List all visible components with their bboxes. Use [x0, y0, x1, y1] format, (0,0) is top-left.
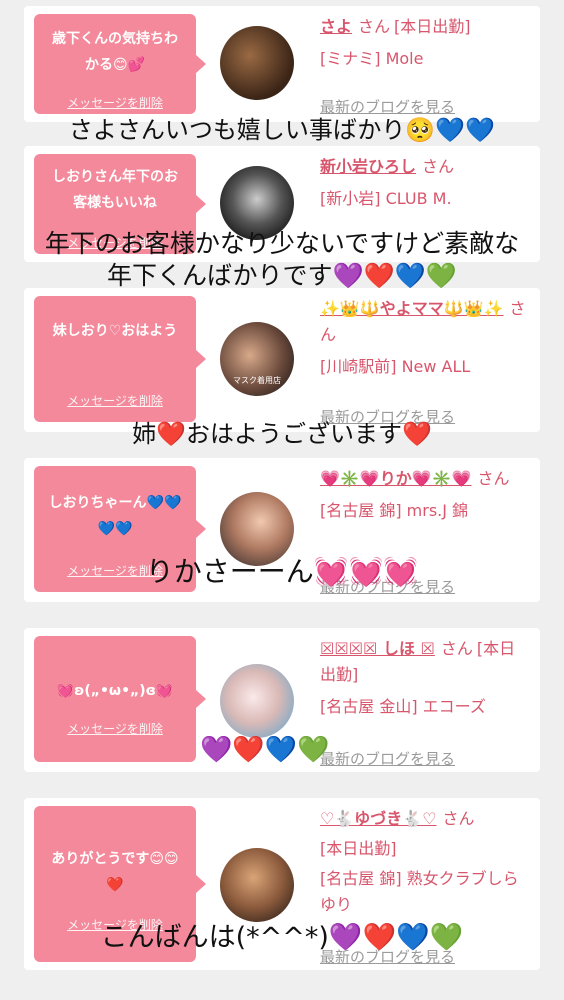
message-bubble: 💓ʚ(„•ω•„)ɞ💓 メッセージを削除 [34, 636, 206, 762]
caption-overlay: りかさーーん💓💓💓 [145, 555, 419, 588]
message-text: 妹しおり♡おはよう [52, 323, 178, 339]
avatar-badge: マスク着用店 [233, 376, 281, 385]
honorific: さん [442, 809, 475, 828]
message-card: 妹しおり♡おはよう メッセージを削除 マスク着用店 ✨👑🔱やよママ🔱👑✨ さん [… [24, 288, 540, 432]
sender-name-link[interactable]: ♡🐇ゆづき🐇♡ [320, 809, 437, 828]
shop-name: [名古屋 金山] エコーズ [320, 697, 486, 716]
status-text: [本日出勤] [320, 839, 397, 858]
sender-name-link[interactable]: 💗✳️💗りか💗✳️💗 [320, 469, 472, 488]
message-text: ありがとうです😊😊❤️ [51, 851, 179, 893]
caption-overlay: さよさんいつも嬉しい事ばかり🥺💙💙 [68, 116, 496, 144]
avatar[interactable] [220, 26, 294, 100]
shop-name: [ミナミ] Mole [320, 49, 424, 68]
shop-name: [名古屋 錦] 熟女クラブしらゆり [320, 869, 519, 914]
caption-overlay: 年下のお客様かなり少ないですけど素敵な [44, 229, 520, 258]
avatar[interactable] [220, 664, 294, 738]
honorific: さん [477, 469, 510, 488]
caption-overlay: こんばんは(*^^*)💜❤️💙💚 [100, 922, 464, 953]
avatar[interactable]: マスク着用店 [220, 322, 294, 396]
delete-message-link[interactable]: メッセージを削除 [34, 720, 196, 737]
status-text: [本日出勤] [394, 17, 471, 36]
message-text: しおりさん年下のお客様もいいね [52, 169, 178, 211]
message-text: 歳下くんの気持ちわかる😊💕 [52, 31, 178, 73]
caption-overlay: 姉❤️おはようございます❤️ [132, 420, 432, 448]
honorific: さん [422, 157, 455, 176]
caption-overlay: 年下くんばかりです💜❤️💙💚 [106, 261, 457, 290]
sender-name-link[interactable]: さよ [320, 17, 352, 36]
message-card: 歳下くんの気持ちわかる😊💕 メッセージを削除 さよ さん [本日出勤] [ミナミ] … [24, 6, 540, 122]
shop-name: [川崎駅前] New ALL [320, 357, 471, 376]
message-text: 💓ʚ(„•ω•„)ɞ💓 [56, 683, 174, 699]
message-text: しおりちゃーん💙💙💙💙 [48, 495, 182, 537]
avatar[interactable] [220, 848, 294, 922]
sender-name-link[interactable]: 新小岩ひろし [320, 157, 416, 176]
shop-name: [名古屋 錦] mrs.J 錦 [320, 501, 469, 520]
delete-message-link[interactable]: メッセージを削除 [34, 94, 196, 111]
honorific: さん [440, 639, 473, 658]
message-bubble: 妹しおり♡おはよう メッセージを削除 [34, 296, 206, 422]
shop-name: [新小岩] CLUB M. [320, 189, 452, 208]
sender-name-link[interactable]: ☒☒☒☒ しほ ☒ [320, 639, 435, 658]
message-bubble: 歳下くんの気持ちわかる😊💕 メッセージを削除 [34, 14, 206, 114]
sender-name-link[interactable]: ✨👑🔱やよママ🔱👑✨ [320, 299, 504, 318]
delete-message-link[interactable]: メッセージを削除 [34, 392, 196, 409]
caption-overlay: 💜❤️💙💚 [200, 735, 330, 765]
honorific: さん [358, 17, 391, 36]
